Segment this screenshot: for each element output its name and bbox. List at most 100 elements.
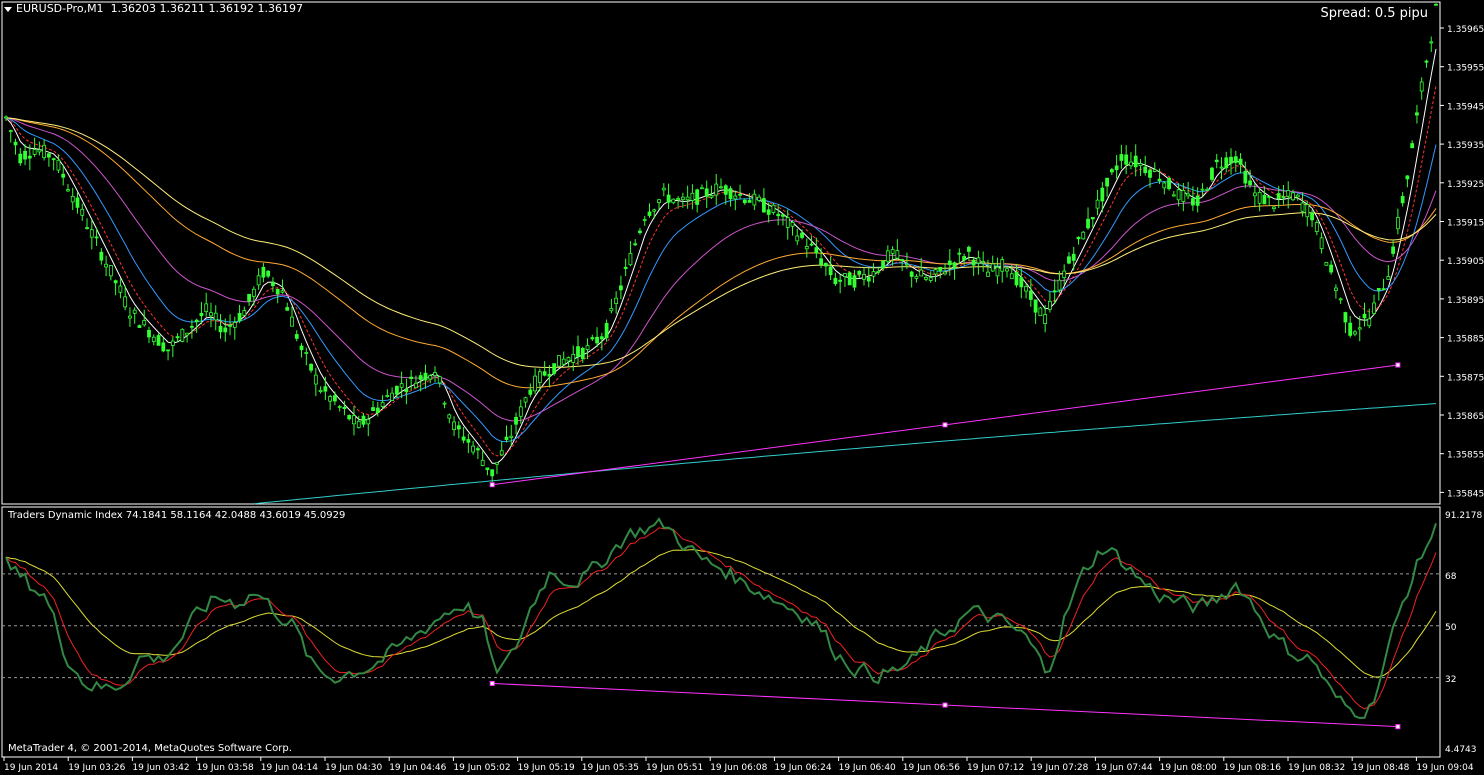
time-label: 19 Jun 06:08: [710, 763, 767, 773]
candle-body: [499, 450, 504, 456]
candle-body: [8, 130, 13, 133]
time-label: 19 Jun 08:00: [1160, 763, 1217, 773]
candle-body: [204, 303, 209, 312]
time-label: 19 Jun 04:46: [389, 763, 446, 773]
candle-body: [452, 421, 456, 430]
candle-body: [1124, 154, 1129, 165]
candle-body: [1157, 178, 1162, 181]
candle-body: [309, 363, 313, 371]
candle-body: [1238, 158, 1243, 165]
candle-body: [51, 158, 56, 161]
candle-body: [1105, 177, 1109, 187]
candle-body: [671, 198, 676, 204]
candle-body: [518, 406, 523, 417]
candle-body: [928, 277, 933, 281]
candle-body: [885, 250, 890, 262]
candle-body: [790, 221, 795, 227]
candle-body: [1262, 194, 1267, 205]
chart-window[interactable]: 1.35965 1.35955 1.35945 1.35935 1.35925 1.359…: [0, 0, 1484, 775]
candle-body: [99, 251, 104, 261]
candle-body: [271, 281, 275, 287]
candle-body: [390, 392, 395, 401]
candle-body: [223, 327, 228, 333]
candle-body: [1028, 290, 1033, 300]
candle-body: [619, 285, 623, 291]
candle-body: [542, 371, 547, 376]
candle-body: [609, 308, 614, 312]
candle-body: [113, 280, 118, 284]
candle-body: [1324, 262, 1329, 266]
candle-body: [576, 346, 580, 357]
candle-body: [838, 279, 843, 282]
candle-body: [313, 374, 318, 385]
candle-body: [132, 309, 137, 314]
candle-body: [633, 243, 638, 246]
candle-body: [900, 259, 905, 261]
candle-body: [566, 357, 571, 362]
candle-body: [1076, 236, 1081, 240]
candle-body: [1210, 167, 1214, 180]
candle-body: [504, 436, 509, 441]
candle-body: [42, 144, 47, 158]
candle-body: [1305, 204, 1310, 218]
candle-body: [437, 376, 442, 384]
time-label: 19 Jun 08:32: [1288, 763, 1345, 773]
candle-body: [1048, 300, 1052, 310]
candle-body: [261, 266, 266, 278]
candle-body: [1419, 81, 1424, 92]
candle-body: [757, 196, 762, 201]
chevron-down-icon[interactable]: [4, 6, 12, 12]
candle-body: [80, 208, 85, 216]
candle-body: [1100, 187, 1105, 202]
candle-body: [800, 232, 804, 238]
price-label: 1.35865: [1447, 412, 1484, 422]
candle-body: [166, 349, 170, 352]
candle-body: [771, 204, 776, 213]
candle-body: [1205, 188, 1210, 191]
candle-body: [94, 236, 99, 239]
candle-body: [352, 415, 356, 425]
candle-body: [323, 386, 328, 392]
candle-body: [1133, 155, 1138, 168]
divergence-point[interactable]: [489, 680, 495, 686]
candle-body: [356, 420, 361, 428]
divergence-point[interactable]: [942, 702, 948, 708]
candle-body: [256, 275, 261, 286]
divergence-point[interactable]: [1395, 362, 1401, 368]
candle-body: [1119, 154, 1124, 161]
candle-body: [471, 445, 476, 453]
candle-body: [604, 323, 609, 339]
candle-body: [1357, 327, 1362, 330]
candle-body: [1286, 190, 1291, 197]
time-label: 19 Jun 04:30: [325, 763, 382, 773]
candle-body: [266, 270, 271, 277]
indicator-axis-label: 68: [1445, 572, 1457, 582]
candle-body: [1071, 253, 1076, 261]
divergence-point[interactable]: [489, 482, 495, 488]
divergence-point[interactable]: [942, 422, 948, 428]
candle-body: [175, 336, 180, 339]
time-label: 19 Jun 08:48: [1352, 763, 1409, 773]
candle-body: [1319, 237, 1324, 249]
candle-body: [523, 397, 528, 403]
candle-body: [862, 273, 866, 280]
candle-body: [1062, 270, 1067, 279]
candle-body: [1043, 314, 1048, 325]
indicator-axis-label: 4.4743: [1445, 745, 1477, 755]
divergence-point[interactable]: [1395, 724, 1401, 730]
candle-body: [509, 435, 514, 438]
candle-body: [685, 196, 690, 201]
candle-body: [814, 247, 819, 254]
candle-body: [1224, 157, 1229, 169]
candle-body: [151, 336, 156, 343]
candle-body: [738, 193, 742, 196]
candle-body: [905, 263, 909, 266]
candle-body: [614, 297, 619, 304]
time-label: 19 Jun 03:26: [68, 763, 125, 773]
candle-body: [1005, 268, 1009, 272]
candle-body: [1257, 192, 1262, 204]
symbol-header[interactable]: EURUSD-Pro,M1 1.36203 1.36211 1.36192 1.…: [4, 2, 303, 15]
time-label: 19 Jun 05:02: [453, 763, 510, 773]
candle-body: [1372, 302, 1376, 314]
ohlc-values: 1.36203 1.36211 1.36192 1.36197: [110, 2, 304, 15]
